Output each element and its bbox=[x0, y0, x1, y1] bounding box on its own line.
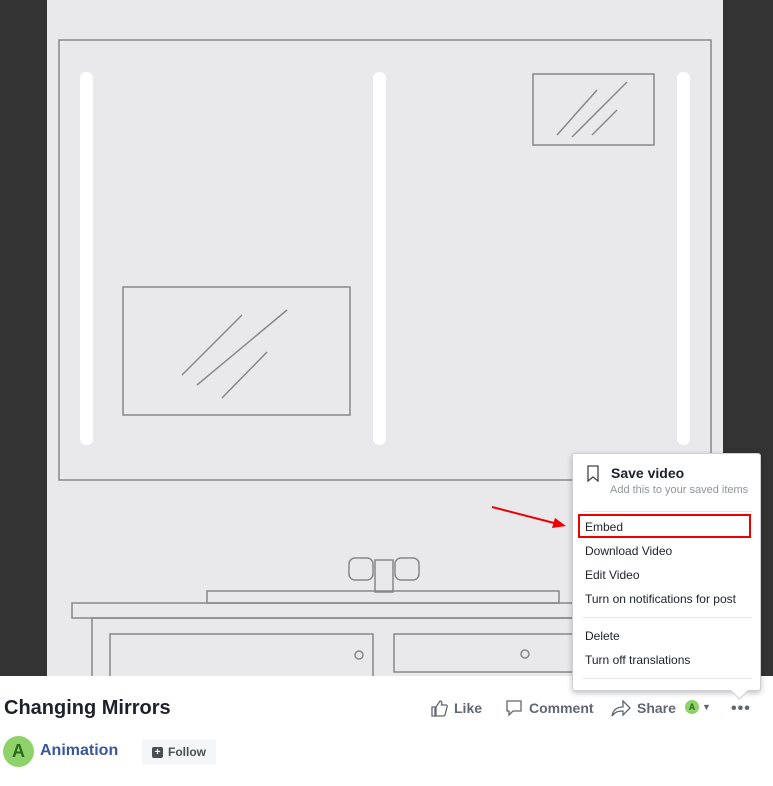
like-label: Like bbox=[454, 700, 483, 716]
menu-item-turn-on-notifications[interactable]: Turn on notifications for post bbox=[585, 592, 736, 606]
menu-item-download-video[interactable]: Download Video bbox=[585, 544, 672, 558]
share-icon bbox=[611, 699, 631, 717]
bookmark-icon bbox=[587, 465, 599, 482]
comment-label: Comment bbox=[529, 700, 594, 716]
comment-icon bbox=[506, 700, 522, 717]
like-button[interactable]: Like bbox=[430, 699, 482, 717]
follow-button[interactable]: + Follow bbox=[142, 739, 216, 765]
menu-item-turn-off-translations[interactable]: Turn off translations bbox=[585, 653, 690, 667]
follow-label: Follow bbox=[168, 745, 206, 759]
share-button[interactable]: Share bbox=[611, 699, 676, 717]
post-options-menu: Save video Add this to your saved items … bbox=[572, 453, 761, 700]
save-video-title[interactable]: Save video bbox=[611, 465, 684, 481]
menu-item-edit-video[interactable]: Edit Video bbox=[585, 568, 640, 582]
avatar: A bbox=[685, 700, 699, 714]
caret-down-icon: ▼ bbox=[702, 702, 711, 712]
video-title: Changing Mirrors bbox=[4, 697, 171, 719]
save-video-subtitle: Add this to your saved items bbox=[610, 484, 749, 496]
page-avatar[interactable]: A bbox=[3, 736, 34, 767]
thumbs-up-icon bbox=[431, 700, 448, 717]
page-name-link[interactable]: Animation bbox=[40, 742, 118, 760]
more-options-button[interactable]: ••• bbox=[731, 700, 751, 718]
annotation-arrow-icon bbox=[491, 506, 566, 528]
menu-item-delete[interactable]: Delete bbox=[585, 629, 620, 643]
share-label: Share bbox=[637, 700, 676, 716]
ellipsis-icon: ••• bbox=[731, 700, 751, 717]
comment-button[interactable]: Comment bbox=[505, 699, 594, 717]
follow-icon: + bbox=[152, 746, 163, 758]
menu-item-embed[interactable]: Embed bbox=[585, 520, 623, 534]
share-as-selector[interactable]: A ▼ bbox=[685, 700, 711, 714]
